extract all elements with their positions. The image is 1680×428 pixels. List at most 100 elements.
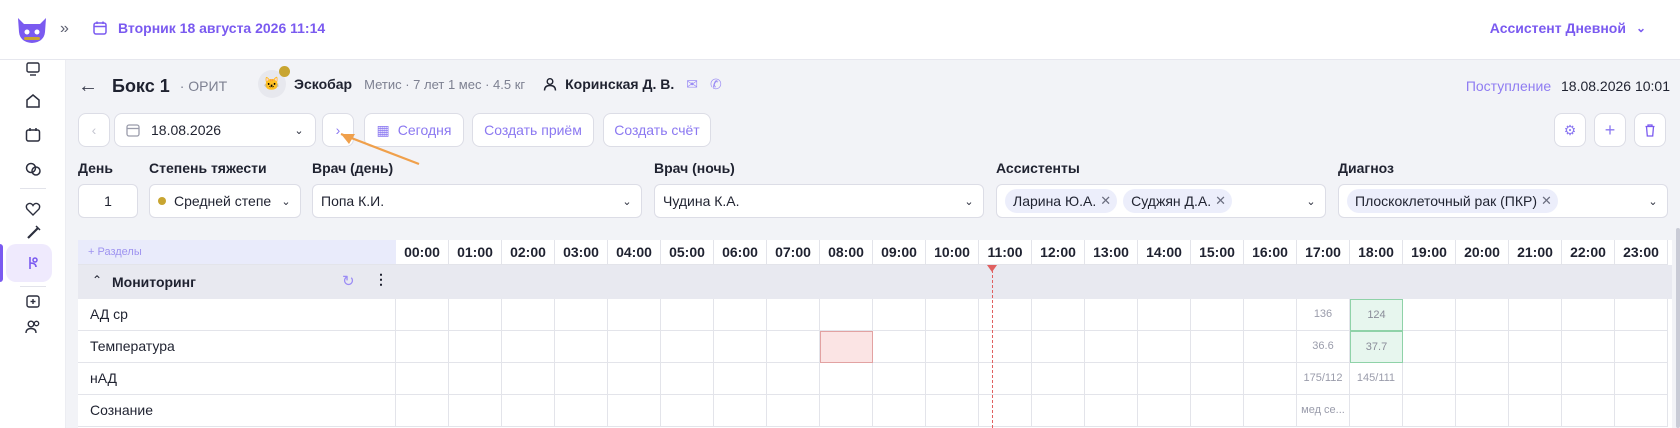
grid-cell[interactable] bbox=[873, 395, 926, 427]
user-menu[interactable]: Ассистент Дневной ⌄ bbox=[1490, 20, 1646, 36]
owner-name[interactable]: Коринская Д. В. bbox=[565, 76, 674, 92]
grid-cell[interactable] bbox=[926, 331, 979, 363]
grid-cell[interactable] bbox=[873, 363, 926, 395]
grid-cell[interactable] bbox=[396, 395, 449, 427]
day-input[interactable]: 1 bbox=[78, 184, 138, 218]
grid-cell[interactable] bbox=[1562, 363, 1615, 395]
grid-cell[interactable] bbox=[873, 331, 926, 363]
grid-cell[interactable] bbox=[1085, 299, 1138, 331]
grid-cell[interactable] bbox=[449, 363, 502, 395]
grid-cell[interactable] bbox=[767, 363, 820, 395]
doctor-night-select[interactable]: Чудина К.А. ⌄ bbox=[654, 184, 984, 218]
create-visit-button[interactable]: Создать приём bbox=[472, 113, 594, 147]
grid-cell[interactable] bbox=[767, 395, 820, 427]
current-date[interactable]: Вторник 18 августа 2026 11:14 bbox=[92, 20, 325, 36]
grid-cell[interactable] bbox=[661, 363, 714, 395]
severity-select[interactable]: Средней степе ⌄ bbox=[149, 184, 301, 218]
grid-cell[interactable] bbox=[1138, 363, 1191, 395]
chevron-up-icon[interactable]: ⌃ bbox=[92, 273, 102, 287]
syringe-icon[interactable] bbox=[24, 224, 42, 242]
grid-cell[interactable] bbox=[1032, 395, 1085, 427]
grid-cell[interactable] bbox=[1615, 363, 1668, 395]
grid-cell[interactable] bbox=[1403, 363, 1456, 395]
grid-cell[interactable] bbox=[502, 363, 555, 395]
grid-cell[interactable] bbox=[979, 363, 1032, 395]
grid-cell[interactable] bbox=[396, 331, 449, 363]
grid-cell[interactable] bbox=[1509, 395, 1562, 427]
grid-cell[interactable] bbox=[1509, 331, 1562, 363]
grid-cell[interactable] bbox=[1456, 395, 1509, 427]
monitor-icon[interactable] bbox=[24, 60, 42, 78]
grid-cell[interactable] bbox=[873, 299, 926, 331]
create-invoice-button[interactable]: Создать счёт bbox=[603, 113, 711, 147]
grid-cell[interactable] bbox=[449, 331, 502, 363]
grid-cell[interactable] bbox=[1085, 395, 1138, 427]
grid-cell[interactable] bbox=[1191, 299, 1244, 331]
grid-cell[interactable] bbox=[820, 395, 873, 427]
grid-cell[interactable] bbox=[502, 331, 555, 363]
scrollbar[interactable] bbox=[1676, 228, 1680, 428]
home-icon[interactable] bbox=[24, 92, 42, 110]
grid-cell[interactable] bbox=[1456, 363, 1509, 395]
remove-chip-icon[interactable]: ✕ bbox=[1215, 193, 1226, 209]
schedule-icon[interactable] bbox=[24, 126, 42, 144]
pills-icon[interactable] bbox=[24, 160, 42, 178]
grid-cell[interactable] bbox=[1562, 299, 1615, 331]
grid-cell[interactable] bbox=[1191, 363, 1244, 395]
grid-cell[interactable] bbox=[767, 331, 820, 363]
grid-cell[interactable] bbox=[714, 299, 767, 331]
grid-cell[interactable] bbox=[1085, 363, 1138, 395]
grid-cell[interactable] bbox=[449, 395, 502, 427]
grid-cell[interactable] bbox=[555, 299, 608, 331]
grid-cell[interactable]: 145/111 bbox=[1350, 363, 1403, 395]
more-vertical-icon[interactable]: ⋮ bbox=[374, 271, 388, 288]
grid-cell[interactable] bbox=[1138, 331, 1191, 363]
grid-cell[interactable]: 136 bbox=[1297, 299, 1350, 331]
grid-cell[interactable] bbox=[979, 395, 1032, 427]
grid-cell[interactable] bbox=[1562, 331, 1615, 363]
diagnosis-select[interactable]: Плоскоклеточный рак (ПКР) ✕ ⌄ bbox=[1338, 184, 1668, 218]
grid-cell[interactable] bbox=[1615, 331, 1668, 363]
grid-cell[interactable] bbox=[820, 331, 873, 363]
grid-cell[interactable] bbox=[1032, 331, 1085, 363]
grid-cell[interactable] bbox=[1456, 299, 1509, 331]
doctor-day-select[interactable]: Попа К.И. ⌄ bbox=[312, 184, 642, 218]
grid-cell[interactable] bbox=[926, 395, 979, 427]
medical-kit-icon[interactable] bbox=[24, 292, 42, 310]
grid-cell[interactable] bbox=[979, 299, 1032, 331]
grid-cell[interactable] bbox=[1191, 331, 1244, 363]
health-heart-icon[interactable] bbox=[24, 200, 42, 218]
grid-cell[interactable] bbox=[608, 299, 661, 331]
grid-cell[interactable] bbox=[1403, 331, 1456, 363]
grid-cell[interactable] bbox=[661, 395, 714, 427]
grid-cell[interactable] bbox=[820, 299, 873, 331]
grid-cell[interactable] bbox=[1244, 331, 1297, 363]
date-picker[interactable]: 18.08.2026 ⌄ bbox=[114, 113, 316, 147]
grid-cell[interactable] bbox=[555, 395, 608, 427]
grid-cell[interactable] bbox=[1244, 299, 1297, 331]
grid-cell[interactable]: 124 bbox=[1350, 299, 1403, 331]
sections-button[interactable]: + Разделы bbox=[78, 240, 396, 265]
pet-name[interactable]: Эскобар bbox=[294, 76, 352, 92]
grid-cell[interactable] bbox=[926, 299, 979, 331]
grid-cell[interactable] bbox=[1509, 299, 1562, 331]
grid-cell[interactable]: 37.7 bbox=[1350, 331, 1403, 363]
grid-cell[interactable]: 36.6 bbox=[1297, 331, 1350, 363]
grid-cell[interactable] bbox=[1615, 299, 1668, 331]
grid-cell[interactable] bbox=[1032, 363, 1085, 395]
grid-cell[interactable] bbox=[1615, 395, 1668, 427]
grid-cell[interactable] bbox=[661, 331, 714, 363]
mail-icon[interactable]: ✉ bbox=[686, 76, 698, 93]
grid-cell[interactable] bbox=[661, 299, 714, 331]
grid-cell[interactable] bbox=[820, 363, 873, 395]
delete-button[interactable] bbox=[1634, 113, 1666, 147]
grid-cell[interactable] bbox=[1456, 331, 1509, 363]
remove-chip-icon[interactable]: ✕ bbox=[1100, 193, 1111, 209]
grid-cell[interactable] bbox=[1138, 395, 1191, 427]
grid-cell[interactable] bbox=[1244, 363, 1297, 395]
grid-cell[interactable] bbox=[714, 363, 767, 395]
remove-chip-icon[interactable]: ✕ bbox=[1541, 193, 1552, 209]
grid-cell[interactable] bbox=[926, 363, 979, 395]
users-icon[interactable] bbox=[24, 318, 42, 336]
add-button[interactable]: + bbox=[1594, 113, 1626, 147]
